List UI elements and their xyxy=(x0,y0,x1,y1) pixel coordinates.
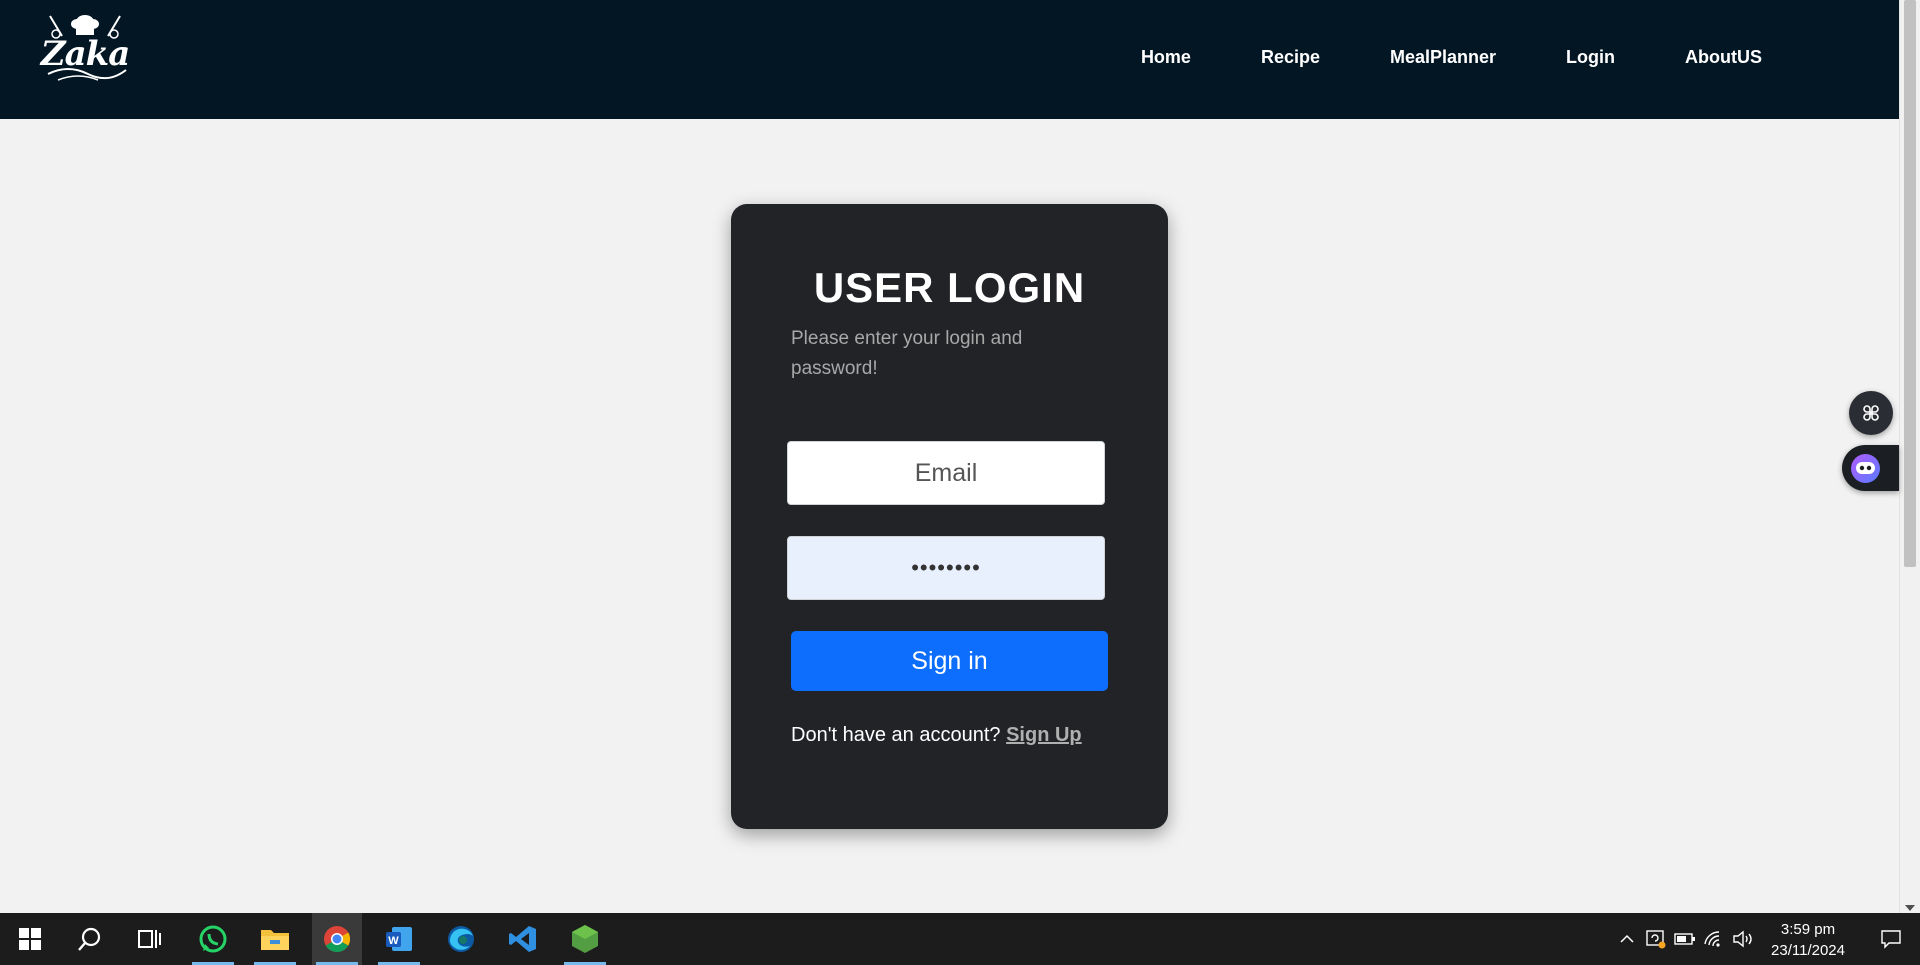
clock-date: 23/11/2024 xyxy=(1771,942,1845,959)
file-explorer-icon[interactable] xyxy=(250,913,300,965)
task-view-icon[interactable] xyxy=(125,913,175,965)
wifi-icon[interactable] xyxy=(1701,913,1727,965)
site-logo[interactable]: Zaka xyxy=(38,12,132,84)
signup-row: Don't have an account? Sign Up xyxy=(791,724,1082,747)
logo-text: Zaka xyxy=(40,34,130,74)
signup-link[interactable]: Sign Up xyxy=(1006,724,1082,746)
battery-icon[interactable] xyxy=(1672,913,1698,965)
vscode-icon[interactable] xyxy=(498,913,548,965)
nav-link-login[interactable]: Login xyxy=(1566,47,1615,68)
security-icon[interactable] xyxy=(1643,913,1669,965)
svg-text:W: W xyxy=(388,935,399,947)
chevron-up-icon[interactable] xyxy=(1614,913,1640,965)
nav-link-aboutus[interactable]: AboutUS xyxy=(1685,47,1762,68)
command-icon xyxy=(1863,405,1879,421)
navbar: Zaka Home Recipe MealPlanner Login About… xyxy=(0,0,1899,119)
scroll-down-arrow-icon[interactable] xyxy=(1905,905,1915,911)
assistant-widget-button[interactable] xyxy=(1842,445,1899,491)
login-title: USER LOGIN xyxy=(813,264,1086,311)
email-input[interactable] xyxy=(787,441,1105,505)
nodejs-icon[interactable] xyxy=(560,913,610,965)
bot-icon xyxy=(1851,453,1880,483)
windows-taskbar: W 3:59 pm 23/11/2024 xyxy=(0,913,1920,965)
volume-icon[interactable] xyxy=(1730,913,1756,965)
start-icon[interactable] xyxy=(5,913,55,965)
search-icon[interactable] xyxy=(65,913,115,965)
chrome-icon[interactable] xyxy=(312,913,362,965)
system-clock[interactable]: 3:59 pm 23/11/2024 xyxy=(1763,919,1853,961)
sign-in-button[interactable]: Sign in xyxy=(791,631,1108,691)
signup-prompt: Don't have an account? xyxy=(791,724,1001,746)
clock-time: 3:59 pm xyxy=(1780,921,1836,938)
nav-link-mealplanner[interactable]: MealPlanner xyxy=(1390,47,1496,68)
whatsapp-icon[interactable] xyxy=(188,913,238,965)
scroll-thumb[interactable] xyxy=(1904,0,1916,567)
nav-link-home[interactable]: Home xyxy=(1141,47,1191,68)
nav-menu: Home Recipe MealPlanner Login AboutUS xyxy=(1141,0,1762,114)
login-card: USER LOGIN Please enter your login and p… xyxy=(731,204,1168,829)
login-subtitle: Please enter your login and password! xyxy=(791,328,1023,379)
word-icon[interactable]: W xyxy=(374,913,424,965)
notification-center-icon[interactable] xyxy=(1862,913,1920,965)
extension-shortcut-button[interactable] xyxy=(1849,391,1893,435)
password-input[interactable] xyxy=(787,536,1105,600)
page-scrollbar[interactable] xyxy=(1899,0,1920,913)
nav-link-recipe[interactable]: Recipe xyxy=(1261,47,1320,68)
edge-icon[interactable] xyxy=(436,913,486,965)
